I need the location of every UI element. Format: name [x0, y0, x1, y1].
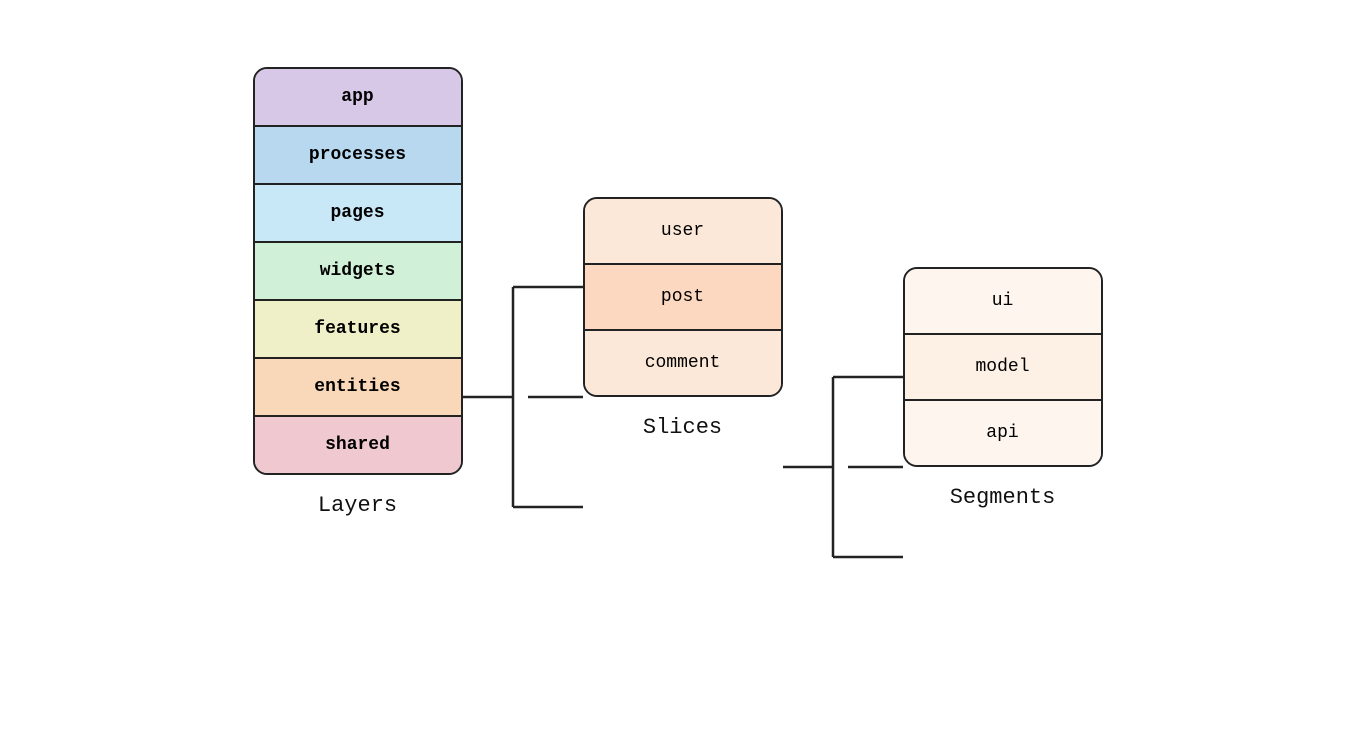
- layer-entities: entities: [255, 359, 461, 417]
- segment-api: api: [905, 401, 1101, 465]
- slices-label: Slices: [643, 415, 722, 440]
- slice-user: user: [585, 199, 781, 265]
- slices-to-segments-connector: [783, 357, 903, 577]
- slices-section: user post comment Slices: [583, 197, 783, 440]
- layers-label: Layers: [318, 493, 397, 518]
- slice-comment: comment: [585, 331, 781, 395]
- layers-to-slices-connector: [463, 227, 583, 727]
- diagram: app processes pages widgets features ent…: [253, 27, 1103, 727]
- segments-section: ui model api Segments: [903, 267, 1103, 510]
- layer-app: app: [255, 69, 461, 127]
- layers-section: app processes pages widgets features ent…: [253, 67, 463, 518]
- segments-box: ui model api: [903, 267, 1103, 467]
- slices-box: user post comment: [583, 197, 783, 397]
- segments-label: Segments: [950, 485, 1056, 510]
- segment-model: model: [905, 335, 1101, 401]
- layers-box: app processes pages widgets features ent…: [253, 67, 463, 475]
- slice-post: post: [585, 265, 781, 331]
- layer-features: features: [255, 301, 461, 359]
- layer-shared: shared: [255, 417, 461, 473]
- layer-widgets: widgets: [255, 243, 461, 301]
- segment-ui: ui: [905, 269, 1101, 335]
- layer-pages: pages: [255, 185, 461, 243]
- layer-processes: processes: [255, 127, 461, 185]
